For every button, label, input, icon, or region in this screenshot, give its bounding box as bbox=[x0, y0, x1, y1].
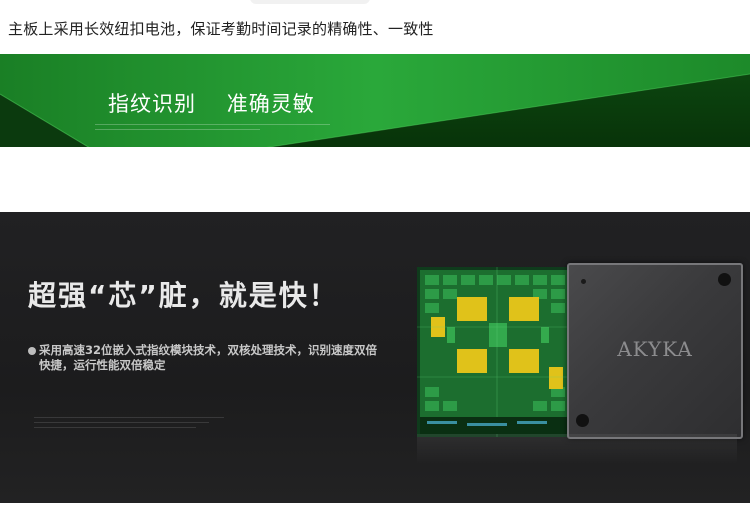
feature-bullet-text: 采用高速32位嵌入式指纹模块技术，双核处理技术，识别速度双倍快捷，运行性能双倍稳… bbox=[39, 343, 377, 372]
feature-headline: 超强“芯”脏，就是快！ bbox=[28, 279, 339, 312]
chip-brand-label: AKYKA bbox=[617, 337, 693, 361]
battery-caption: 主板上采用长效纽扣电池，保证考勤时间记录的精确性、一致性 bbox=[8, 20, 434, 38]
feature-fine-print bbox=[34, 417, 224, 432]
bullet-dot-icon bbox=[28, 347, 36, 355]
banner-fine-print bbox=[95, 124, 330, 134]
fingerprint-banner: 指纹识别 准确灵敏 bbox=[0, 54, 750, 147]
chip-pin-marker-icon bbox=[581, 279, 586, 284]
processor-die-image bbox=[417, 267, 577, 437]
chip-reflection bbox=[417, 434, 737, 464]
spacer bbox=[0, 147, 750, 212]
chip-corner-hole bbox=[576, 414, 589, 427]
chip-feature-panel: 超强“芯”脏，就是快！ 采用高速32位嵌入式指纹模块技术，双核处理技术，识别速度… bbox=[0, 212, 750, 503]
akyka-chip: AKYKA bbox=[567, 263, 743, 439]
top-strip: 主板上采用长效纽扣电池，保证考勤时间记录的精确性、一致性 bbox=[0, 0, 750, 54]
faded-product-image bbox=[250, 0, 370, 4]
banner-title: 指纹识别 准确灵敏 bbox=[108, 92, 315, 116]
chip-corner-hole bbox=[718, 273, 731, 286]
